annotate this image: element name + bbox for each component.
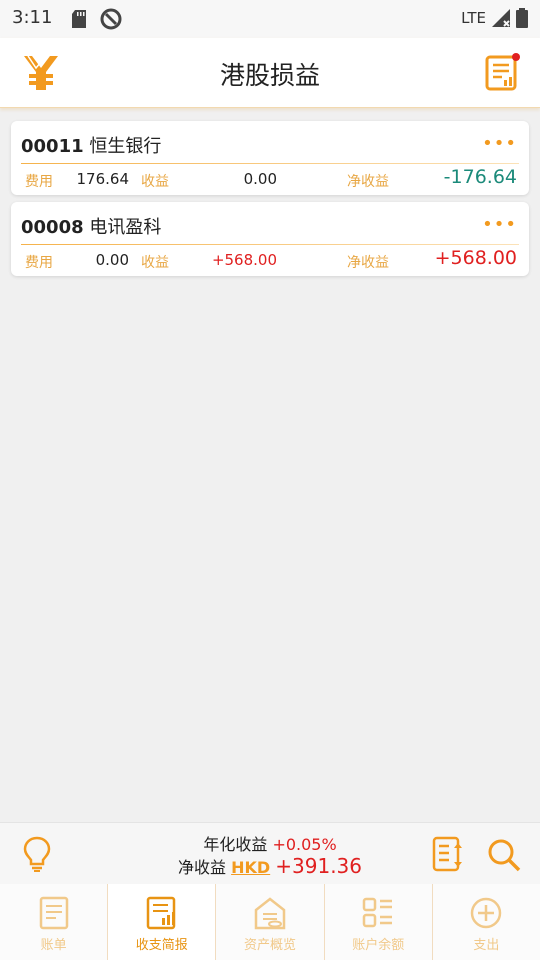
stock-code: 00011 — [21, 136, 84, 157]
page-title: 港股损益 — [219, 61, 320, 90]
annual-return-label: 年化收益 — [203, 835, 268, 854]
add-circle-icon — [471, 897, 502, 929]
fee-label: 费用 — [25, 174, 53, 190]
tab-label: 支出 — [473, 938, 500, 953]
divider — [21, 163, 519, 164]
data-saver-icon — [100, 8, 122, 30]
sort-list-icon[interactable] — [432, 835, 466, 873]
divider — [21, 244, 519, 245]
income-value: 0.00 — [243, 170, 277, 188]
currency-selector[interactable]: HKD — [231, 858, 270, 877]
sd-card-icon — [72, 10, 86, 28]
asset-overview-icon — [254, 897, 286, 930]
more-options-icon[interactable]: ••• — [482, 133, 517, 154]
report-notification-icon[interactable] — [484, 52, 522, 92]
stock-name: 恒生银行 — [89, 136, 162, 157]
tab-asset-overview[interactable]: 资产概览 — [216, 884, 325, 960]
account-balance-icon — [362, 897, 393, 928]
income-label: 收益 — [141, 255, 169, 271]
tab-expense[interactable]: 支出 — [433, 884, 540, 960]
tab-label: 资产概览 — [244, 938, 297, 953]
report-chart-icon — [146, 896, 176, 930]
net-label: 净收益 — [347, 255, 389, 271]
signal-icon — [492, 9, 510, 27]
income-label: 收益 — [141, 174, 169, 190]
more-options-icon[interactable]: ••• — [482, 214, 517, 235]
stock-card[interactable]: 00008 电讯盈科 ••• 费用 0.00 收益 +568.00 净收益 +5… — [11, 202, 529, 276]
app-bar: 港股损益 — [0, 38, 540, 108]
net-value: -176.64 — [443, 166, 517, 188]
net-label: 净收益 — [347, 174, 389, 190]
stock-card[interactable]: 00011 恒生银行 ••• 费用 176.64 收益 0.00 净收益 -17… — [11, 121, 529, 195]
status-time: 3:11 — [12, 7, 53, 28]
summary-bar: 年化收益 +0.05% 净收益 HKD +391.36 — [0, 822, 540, 884]
search-icon[interactable] — [486, 837, 522, 873]
net-income-value: +391.36 — [275, 854, 363, 878]
battery-icon — [516, 8, 528, 28]
tab-label: 账户余额 — [352, 938, 405, 953]
tab-label: 收支简报 — [135, 938, 188, 953]
net-value: +568.00 — [434, 247, 517, 269]
network-type: LTE — [461, 9, 486, 27]
tab-bill[interactable]: 账单 — [0, 884, 109, 960]
bill-icon — [39, 896, 68, 930]
tab-label: 账单 — [40, 938, 67, 953]
stock-name: 电讯盈科 — [89, 217, 162, 238]
stock-figures: 费用 176.64 收益 0.00 净收益 -176.64 — [11, 165, 529, 193]
fee-value: 0.00 — [95, 251, 129, 269]
stock-figures: 费用 0.00 收益 +568.00 净收益 +568.00 — [11, 246, 529, 274]
fee-value: 176.64 — [76, 170, 130, 188]
bottom-tab-bar: 账单 收支简报 资产概览 账户余额 支出 — [0, 884, 540, 960]
tab-account-balance[interactable]: 账户余额 — [325, 884, 433, 960]
status-bar: 3:11 LTE — [0, 0, 540, 38]
tab-report[interactable]: 收支简报 — [108, 884, 217, 960]
stock-title: 00008 电讯盈科 — [21, 213, 161, 239]
fee-label: 费用 — [25, 255, 53, 271]
stock-title: 00011 恒生银行 — [21, 132, 161, 158]
income-value: +568.00 — [211, 251, 277, 269]
net-income-label: 净收益 — [177, 858, 226, 877]
annual-return-value: +0.05% — [272, 835, 337, 854]
stock-code: 00008 — [21, 217, 84, 238]
